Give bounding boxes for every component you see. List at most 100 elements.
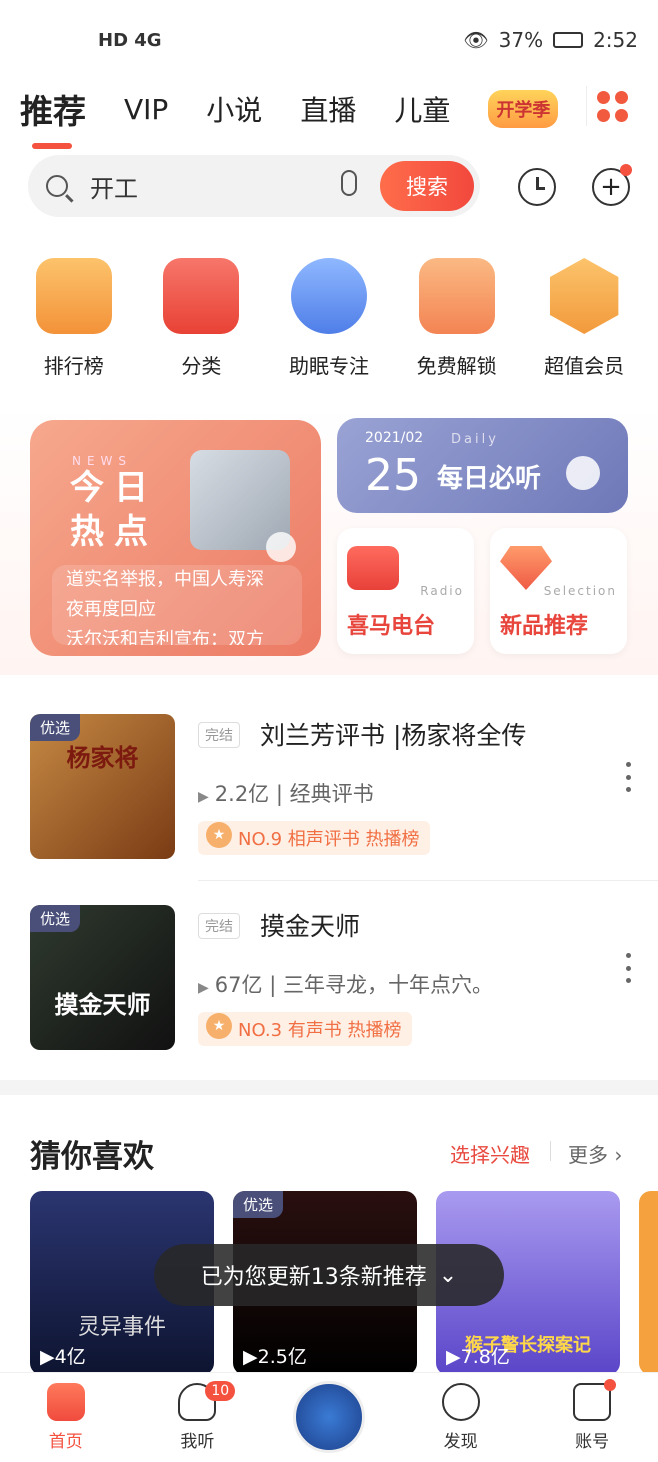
quick-category[interactable]: 分类 — [146, 258, 256, 379]
divider — [550, 1141, 551, 1161]
more-icon[interactable] — [626, 953, 632, 983]
quick-sleep[interactable]: 助眠专注 — [274, 258, 384, 379]
hot-news-title: 今日热点 — [70, 468, 158, 552]
status-badge: 完结 — [198, 913, 240, 939]
channel-grid-button[interactable] — [586, 86, 638, 126]
item-meta: ▶ 2.2亿 | 经典评书 — [198, 782, 374, 806]
list-item[interactable]: 优选 杨家将 完结 刘兰芳评书 |杨家将全传 ▶2.2亿 | 经典评书 NO.9… — [30, 714, 640, 859]
tab-live[interactable]: 直播 — [300, 89, 356, 129]
choose-interest-link[interactable]: 选择兴趣 — [450, 1139, 530, 1168]
quick-unlock[interactable]: 免费解锁 — [402, 258, 512, 379]
daily-listen-card[interactable]: 2021/02 Daily 25 每日必听 — [337, 418, 628, 513]
quick-label: 助眠专注 — [288, 354, 369, 378]
play-count: 2.2亿 — [214, 782, 270, 806]
divider — [198, 880, 658, 881]
quick-vip[interactable]: 超值会员 — [529, 258, 639, 379]
quick-entries: 排行榜 分类 助眠专注 免费解锁 超值会员 — [0, 258, 658, 379]
tab-school-season[interactable]: 开学季 — [488, 90, 559, 128]
quick-label: 超值会员 — [544, 354, 625, 378]
podium-icon — [35, 258, 112, 334]
compass-icon — [441, 1383, 480, 1421]
album-card[interactable] — [639, 1191, 658, 1375]
toast-text: 已为您更新13条新推荐 — [200, 1265, 427, 1290]
section-title: 猜你喜欢 — [30, 1139, 154, 1175]
more-icon[interactable] — [626, 762, 632, 792]
nav-home[interactable]: 首页 — [16, 1373, 116, 1462]
notification-badge: 10 — [205, 1381, 236, 1401]
chevron-down-icon: ⌄ — [438, 1262, 458, 1288]
radio-icon — [347, 546, 399, 590]
quick-label: 免费解锁 — [416, 354, 497, 378]
center-avatar — [292, 1381, 365, 1453]
daily-title: 每日必听 — [437, 464, 542, 494]
play-count-icon: ▶ — [198, 789, 209, 805]
selection-name: 新品推荐 — [500, 614, 589, 639]
search-input[interactable] — [90, 172, 290, 200]
album-cover: 优选 杨家将 — [30, 714, 175, 859]
featured-tag: 优选 — [233, 1191, 284, 1218]
feature-banner: NEWS 今日热点 道实名举报，中国人寿深 夜再度回应 沃尔沃和吉利宣布：双方 … — [0, 405, 658, 675]
quick-ranking[interactable]: 排行榜 — [19, 258, 129, 379]
lock-icon — [418, 258, 495, 334]
selection-en: Selection — [543, 584, 617, 598]
quick-label: 排行榜 — [43, 354, 104, 378]
nav-label: 发现 — [443, 1432, 478, 1452]
news-line: 沃尔沃和吉利宣布：双方 — [66, 629, 264, 645]
tab-vip[interactable]: VIP — [124, 93, 168, 126]
play-count-icon: ▶ — [198, 980, 209, 996]
tab-kids[interactable]: 儿童 — [394, 89, 450, 129]
recommend-list: 优选 杨家将 完结 刘兰芳评书 |杨家将全传 ▶2.2亿 | 经典评书 NO.9… — [0, 690, 658, 1080]
battery-percent: 37% — [498, 28, 544, 52]
nav-label: 首页 — [48, 1432, 83, 1452]
nav-listen[interactable]: 10 我听 — [147, 1373, 247, 1462]
list-item[interactable]: 优选 摸金天师 完结 摸金天师 ▶67亿 | 三年寻龙，十年点穴。 NO.3 有… — [30, 905, 640, 1050]
add-button[interactable]: + — [592, 164, 632, 206]
battery-icon — [553, 32, 584, 48]
history-icon[interactable] — [518, 168, 556, 206]
tab-recommend[interactable]: 推荐 — [20, 85, 86, 149]
nav-account[interactable]: 账号 — [542, 1373, 642, 1462]
quick-label: 分类 — [181, 354, 222, 378]
tab-novel[interactable]: 小说 — [206, 89, 262, 129]
status-bar: HD 4G 👁 37% 2:52 — [0, 0, 658, 80]
microphone-icon[interactable] — [341, 170, 357, 196]
featured-tag: 优选 — [30, 714, 81, 741]
daily-label: Daily — [451, 432, 499, 447]
cover-text: 灵异事件 — [77, 1315, 166, 1340]
moon-cloud-icon — [290, 258, 367, 334]
update-toast[interactable]: 已为您更新13条新推荐 ⌄ — [154, 1244, 504, 1306]
radio-card[interactable]: Radio 喜马电台 — [337, 528, 474, 654]
play-count: ▶7.8亿 — [446, 1346, 510, 1368]
search-button[interactable]: 搜索 — [380, 161, 474, 211]
item-title: 刘兰芳评书 |杨家将全传 — [260, 721, 527, 750]
clock: 2:52 — [593, 28, 638, 52]
cover-text: 杨家将 — [66, 744, 139, 772]
bottom-nav: 首页 10 我听 发现 账号 — [0, 1372, 658, 1462]
play-icon[interactable] — [566, 456, 600, 490]
rank-badge[interactable]: NO.9 相声评书 热播榜 — [198, 821, 430, 855]
nav-discover[interactable]: 发现 — [411, 1373, 511, 1462]
search-icon — [46, 175, 68, 197]
radio-en: Radio — [420, 584, 464, 598]
hot-news-list: 道实名举报，中国人寿深 夜再度回应 沃尔沃和吉利宣布：双方 — [52, 565, 302, 645]
notification-dot — [620, 164, 632, 176]
rank-badge[interactable]: NO.3 有声书 热播榜 — [198, 1012, 412, 1046]
eye-icon: 👁 — [463, 28, 489, 52]
nav-center[interactable] — [279, 1373, 379, 1462]
cover-text: 摸金天师 — [54, 991, 151, 1019]
play-count: 67亿 — [214, 973, 263, 997]
item-category: 三年寻龙，十年点穴。 — [282, 973, 493, 997]
search-bar[interactable]: 搜索 — [28, 155, 480, 217]
hot-news-card[interactable]: NEWS 今日热点 道实名举报，中国人寿深 夜再度回应 沃尔沃和吉利宣布：双方 — [30, 420, 321, 656]
item-category: 经典评书 — [289, 782, 374, 806]
play-count: ▶2.5亿 — [243, 1346, 307, 1368]
home-icon — [46, 1383, 85, 1421]
play-icon[interactable] — [266, 532, 296, 562]
item-meta: ▶ 67亿 | 三年寻龙，十年点穴。 — [198, 973, 493, 997]
item-title: 摸金天师 — [260, 912, 361, 941]
play-count: ▶4亿 — [40, 1346, 86, 1368]
selection-card[interactable]: Selection 新品推荐 — [490, 528, 627, 654]
status-right: 👁 37% 2:52 — [463, 28, 638, 52]
more-link[interactable]: 更多 › — [568, 1139, 622, 1168]
notification-dot — [604, 1379, 617, 1391]
